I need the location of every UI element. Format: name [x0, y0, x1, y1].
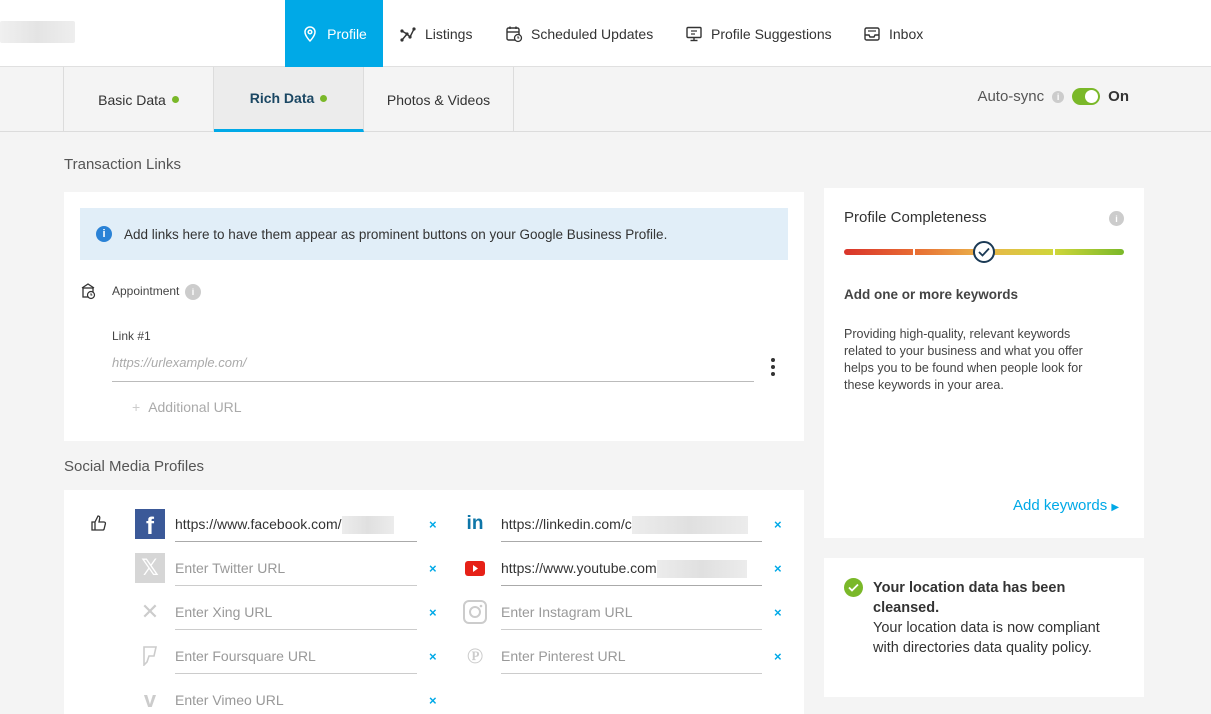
redacted-text	[341, 516, 394, 535]
foursquare-url-input[interactable]: Enter Foursquare URL	[175, 648, 417, 674]
tab-label: Photos & Videos	[386, 91, 491, 108]
add-keywords-label: Add keywords	[1013, 497, 1108, 514]
nav-scheduled-updates[interactable]: Scheduled Updates	[489, 0, 669, 67]
nav-label: Profile	[327, 25, 367, 42]
twitter-x-icon: 𝕏	[135, 553, 165, 583]
instagram-icon	[460, 597, 490, 627]
info-banner: i Add links here to have them appear as …	[80, 208, 788, 260]
auto-sync-toggle[interactable]	[1072, 88, 1101, 105]
auto-sync-state: On	[1108, 88, 1129, 105]
tab-photos-videos[interactable]: Photos & Videos	[364, 67, 514, 132]
nav-profile-suggestions[interactable]: Profile Suggestions	[669, 0, 848, 67]
linkedin-url-input[interactable]: https://linkedin.com/c	[501, 516, 762, 542]
link-label: Link #1	[112, 329, 151, 343]
monitor-suggestion-icon	[686, 26, 702, 41]
remove-foursquare-button[interactable]: ×	[429, 649, 437, 664]
calendar-clock-icon	[506, 26, 523, 42]
nav-listings[interactable]: Listings	[383, 0, 488, 67]
youtube-icon	[460, 553, 490, 583]
foursquare-icon	[135, 641, 165, 671]
meter-check-icon	[973, 241, 995, 263]
status-dot-icon	[320, 94, 328, 102]
xing-url-input[interactable]: Enter Xing URL	[175, 604, 417, 630]
location-pin-icon	[304, 25, 316, 42]
nav-label: Profile Suggestions	[711, 25, 832, 42]
vimeo-url-input[interactable]: Enter Vimeo URL	[175, 692, 417, 714]
info-banner-text: Add links here to have them appear as pr…	[124, 226, 668, 242]
remove-vimeo-button[interactable]: ×	[429, 693, 437, 708]
instagram-url-input[interactable]: Enter Instagram URL	[501, 604, 762, 630]
nav-profile[interactable]: Profile	[285, 0, 383, 67]
linkedin-icon: in	[466, 513, 484, 534]
completeness-title: Profile Completeness	[844, 209, 987, 226]
linkedin-url-text: https://linkedin.com/c	[501, 516, 632, 532]
twitter-url-input[interactable]: Enter Twitter URL	[175, 560, 417, 586]
remove-facebook-button[interactable]: ×	[429, 517, 437, 532]
auto-sync-label: Auto-sync	[977, 88, 1045, 105]
remove-pinterest-button[interactable]: ×	[774, 649, 782, 664]
auto-sync: Auto-sync i On	[977, 88, 1129, 105]
additional-url-label: Additional URL	[148, 399, 242, 415]
more-options-icon[interactable]	[770, 358, 776, 376]
social-media-title: Social Media Profiles	[64, 458, 205, 475]
remove-linkedin-button[interactable]: ×	[774, 517, 782, 532]
cleansed-body: Your location data is now compliant with…	[873, 620, 1100, 656]
thumbs-up-icon	[91, 515, 107, 531]
facebook-icon: f	[135, 509, 165, 540]
meter-divider	[913, 248, 915, 256]
remove-instagram-button[interactable]: ×	[774, 605, 782, 620]
facebook-url-text: https://www.facebook.com/	[175, 516, 342, 532]
xing-icon: ✕	[140, 599, 160, 624]
vimeo-icon: v	[143, 687, 157, 712]
meter-divider	[1053, 248, 1055, 256]
pinterest-url-input[interactable]: Enter Pinterest URL	[501, 648, 762, 674]
remove-twitter-button[interactable]: ×	[429, 561, 437, 576]
nav-label: Listings	[425, 25, 473, 42]
calendar-clock-icon	[81, 283, 96, 300]
tab-basic-data[interactable]: Basic Data	[63, 67, 214, 132]
status-dot-icon	[171, 96, 179, 103]
redacted-text	[631, 516, 748, 535]
info-icon[interactable]: i	[185, 284, 201, 300]
info-icon[interactable]: i	[1052, 90, 1065, 103]
inbox-icon	[864, 26, 880, 41]
redacted-text	[656, 560, 747, 579]
completeness-headline: Add one or more keywords	[844, 287, 1019, 302]
check-circle-icon	[844, 578, 863, 597]
tab-label: Rich Data	[249, 90, 315, 106]
facebook-url-input[interactable]: https://www.facebook.com/	[175, 516, 417, 542]
additional-url-button[interactable]: + Additional URL	[132, 399, 242, 415]
link-url-input[interactable]: https://urlexample.com/	[112, 352, 754, 382]
nav-inbox[interactable]: Inbox	[847, 0, 939, 67]
nav-label: Scheduled Updates	[531, 25, 654, 42]
nav-label: Inbox	[889, 25, 924, 42]
caret-right-icon: ▶	[1111, 502, 1120, 513]
network-icon	[400, 26, 416, 42]
cleansed-title: Your location data has been cleansed.	[873, 580, 1066, 616]
completeness-body: Providing high-quality, relevant keyword…	[844, 327, 1083, 392]
remove-xing-button[interactable]: ×	[429, 605, 437, 620]
youtube-url-text: https://www.youtube.com	[501, 560, 657, 576]
youtube-url-input[interactable]: https://www.youtube.com	[501, 560, 762, 586]
plus-icon: +	[132, 399, 141, 415]
add-keywords-link[interactable]: Add keywords ▶	[1013, 497, 1119, 514]
remove-youtube-button[interactable]: ×	[774, 561, 782, 576]
info-icon: i	[96, 226, 112, 242]
appointment-label: Appointment	[112, 284, 180, 298]
info-icon[interactable]: i	[1109, 211, 1124, 226]
top-navigation: Profile Listings Scheduled Updates Profi…	[0, 0, 1211, 67]
transaction-links-title: Transaction Links	[64, 156, 181, 173]
logo	[0, 21, 75, 43]
tab-rich-data[interactable]: Rich Data	[214, 67, 364, 132]
tab-label: Basic Data	[98, 91, 166, 108]
pinterest-icon: ℗	[466, 643, 484, 669]
